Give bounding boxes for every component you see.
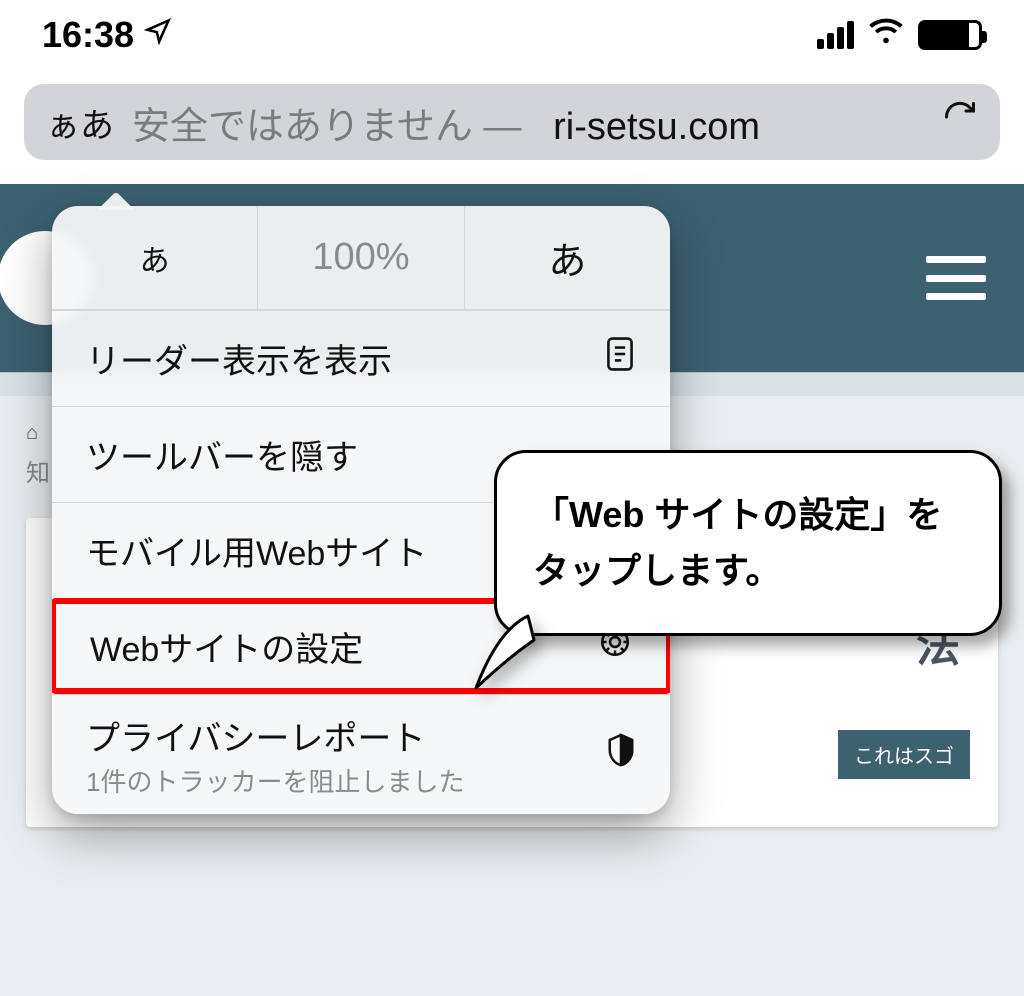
aa-format-button[interactable]: ぁあ xyxy=(46,98,114,147)
callout-tail-icon xyxy=(468,610,538,680)
status-left: 16:38 xyxy=(42,14,172,56)
menu-request-mobile-label: モバイル用Webサイト xyxy=(86,526,427,575)
url-text[interactable]: 安全ではありません — ri-setsu.com xyxy=(132,95,924,150)
url-insecure-label: 安全ではありません — xyxy=(132,106,521,148)
instruction-callout: 「Web サイトの設定」を タップします。 xyxy=(494,450,1002,636)
status-right xyxy=(817,17,982,54)
url-bar[interactable]: ぁあ 安全ではありません — ri-setsu.com xyxy=(24,84,1000,160)
callout-line1: 「Web サイトの設定」を xyxy=(533,494,942,535)
menu-privacy-sub: 1件のトラッカーを阻止しました xyxy=(86,762,464,799)
popup-arrow xyxy=(96,190,136,210)
location-arrow-icon xyxy=(144,17,172,53)
cellular-signal-icon xyxy=(817,21,854,49)
home-icon: ⌂ xyxy=(26,422,38,445)
status-bar: 16:38 xyxy=(0,0,1024,70)
wifi-icon xyxy=(868,17,904,54)
menu-hide-toolbar-label: ツールバーを隠す xyxy=(86,430,358,479)
zoom-percent-label[interactable]: 100% xyxy=(257,206,463,309)
shield-icon xyxy=(606,732,636,777)
hamburger-menu-icon[interactable] xyxy=(926,256,986,300)
zoom-in-button[interactable]: あ xyxy=(464,206,670,309)
url-domain: ri-setsu.com xyxy=(553,106,760,148)
menu-show-reader-label: リーダー表示を表示 xyxy=(86,334,392,383)
callout-line2: タップします。 xyxy=(533,550,781,591)
menu-website-settings-label: Webサイトの設定 xyxy=(90,622,363,671)
zoom-row: あ 100% あ xyxy=(52,206,670,310)
menu-privacy-label: プライバシーレポート xyxy=(86,711,464,760)
reader-icon xyxy=(604,336,636,381)
menu-privacy-report[interactable]: プライバシーレポート 1件のトラッカーを阻止しました xyxy=(52,694,670,814)
category-tag[interactable]: これはスゴ xyxy=(838,730,970,779)
menu-show-reader[interactable]: リーダー表示を表示 xyxy=(52,310,670,406)
url-bar-container: ぁあ 安全ではありません — ri-setsu.com xyxy=(0,70,1024,182)
status-time: 16:38 xyxy=(42,14,134,56)
battery-icon xyxy=(918,20,982,50)
refresh-button[interactable] xyxy=(942,99,978,145)
zoom-out-button[interactable]: あ xyxy=(52,206,257,309)
